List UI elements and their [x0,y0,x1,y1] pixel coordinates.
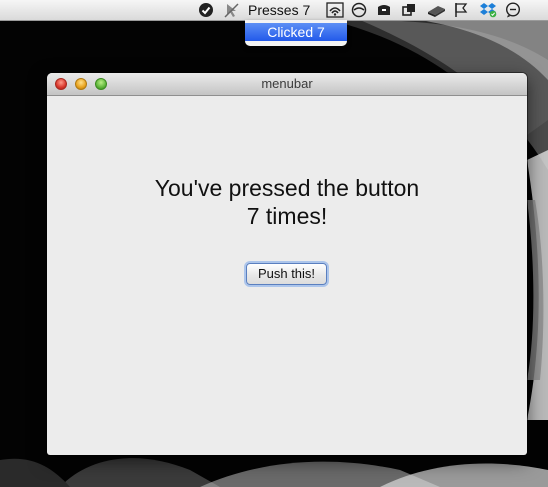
crop-icon[interactable] [400,1,418,19]
box-icon[interactable] [375,1,393,19]
press-count-message: You've pressed the button 7 times! [47,174,527,230]
chat-bubble-icon[interactable] [503,1,523,19]
app-window: menubar You've pressed the button 7 time… [47,73,527,455]
menu-item-clicked[interactable]: Clicked 7 [245,23,347,41]
dropbox-icon[interactable] [478,1,498,19]
status-item-menu: Clicked 7 [245,20,347,46]
sync-circle-icon[interactable] [350,1,368,19]
flag-icon[interactable] [452,1,472,19]
system-shield-icon[interactable] [197,1,215,19]
message-line-1: You've pressed the button [154,175,420,201]
wifi-icon[interactable] [325,1,345,19]
message-line-2: 7 times! [246,203,328,229]
system-menu-bar: Presses 7 [0,0,548,21]
window-title: menubar [261,76,313,91]
window-titlebar[interactable]: menubar [47,73,527,96]
status-item-presses[interactable]: Presses 7 [248,1,310,19]
cursor-slash-icon[interactable] [222,1,240,19]
cube-icon[interactable] [425,1,447,19]
push-button[interactable]: Push this! [246,263,327,285]
